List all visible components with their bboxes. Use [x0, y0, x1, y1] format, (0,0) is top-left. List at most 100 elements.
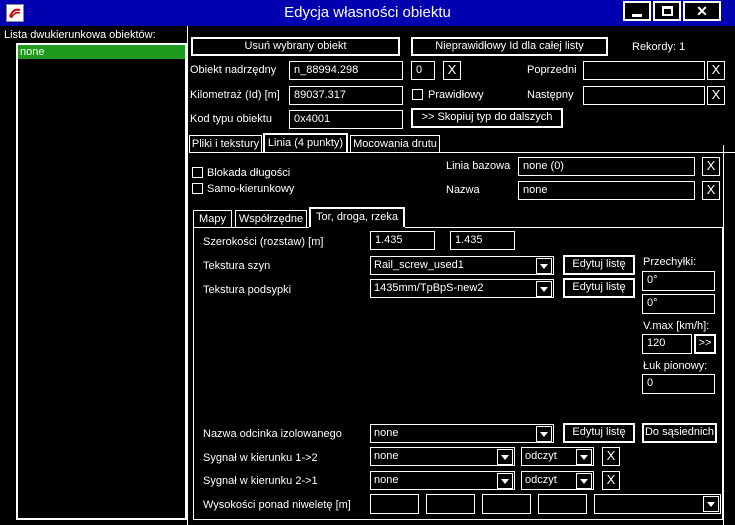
signal-21-mode: odczyt [525, 474, 557, 486]
signal-21-clear-button[interactable]: X [602, 471, 620, 490]
ballast-texture-label: Tekstura podsypki [203, 284, 292, 296]
insulated-section-label: Nazwa odcinka izolowanego [203, 428, 342, 440]
vmax-apply-button[interactable]: >> [694, 334, 716, 354]
close-window-button[interactable]: ✕ [683, 1, 721, 21]
name-field[interactable]: none [518, 181, 695, 200]
signal-21-label: Sygnał w kierunku 2->1 [203, 475, 318, 487]
km-field[interactable]: 89037.317 [289, 86, 403, 105]
parent-index-field[interactable]: 0 [411, 61, 435, 80]
prev-clear-button[interactable]: X [707, 61, 725, 80]
edit-insulated-list-button[interactable]: Edytuj listę [563, 423, 635, 443]
signal-12-clear-button[interactable]: X [602, 447, 620, 466]
list-item[interactable]: none [18, 45, 185, 59]
vmax-field[interactable]: 120 [642, 334, 692, 354]
tab-wire-mounts[interactable]: Mocowania drutu [350, 135, 440, 152]
chevron-down-icon[interactable] [497, 473, 513, 489]
insulated-section-value: none [374, 427, 399, 439]
prev-label: Poprzedni [527, 64, 577, 76]
signal-21-mode-combo[interactable]: odczyt [521, 471, 594, 490]
tab-divider [189, 152, 735, 153]
height-field-4[interactable] [538, 494, 587, 514]
close-icon: X [711, 62, 721, 77]
heights-label: Wysokości ponad niweletę [m] [203, 499, 351, 511]
rail-texture-label: Tekstura szyn [203, 260, 271, 272]
close-icon: X [711, 87, 721, 102]
signal-12-mode: odczyt [525, 450, 557, 462]
base-line-field[interactable]: none (0) [518, 157, 695, 176]
vertical-scrollbar[interactable] [723, 145, 735, 525]
heights-combo[interactable] [594, 494, 721, 514]
width-field-1[interactable]: 1.435 [370, 231, 435, 250]
chevron-down-icon[interactable] [536, 426, 552, 442]
object-list[interactable]: none [16, 43, 187, 520]
name-clear-button[interactable]: X [702, 181, 720, 200]
length-lock-label: Blokada długości [207, 167, 291, 179]
vmax-label: V.max [km/h]: [643, 320, 710, 332]
next-clear-button[interactable]: X [707, 86, 725, 105]
chevron-down-icon[interactable] [497, 449, 513, 465]
prev-field[interactable] [583, 61, 705, 80]
chevron-down-icon[interactable] [703, 496, 719, 512]
tab-line[interactable]: Linia (4 punkty) [263, 133, 348, 152]
height-field-3[interactable] [482, 494, 531, 514]
width-field-2[interactable]: 1.435 [450, 231, 515, 250]
object-list-label: Lista dwukierunkowa obiektów: [4, 29, 156, 41]
invalid-id-button[interactable]: Nieprawidłowy Id dla całej listy [411, 37, 608, 56]
type-field[interactable]: 0x4001 [289, 110, 403, 129]
ballast-texture-combo[interactable]: 1435mm/TpBpS-new2 [370, 279, 554, 298]
signal-12-value: none [374, 450, 399, 462]
single-direction-checkbox[interactable] [192, 183, 203, 194]
close-icon: ✕ [696, 3, 708, 19]
signal-21-combo[interactable]: none [370, 471, 515, 490]
chevron-down-icon[interactable] [536, 281, 552, 297]
chevron-down-icon[interactable] [576, 449, 592, 465]
signal-12-label: Sygnał w kierunku 1->2 [203, 452, 318, 464]
type-label: Kod typu obiektu [190, 113, 272, 125]
rail-texture-value: Rail_screw_used1 [374, 259, 464, 271]
signal-12-combo[interactable]: none [370, 447, 515, 466]
chevron-down-icon[interactable] [576, 473, 592, 489]
chevron-down-icon[interactable] [536, 258, 552, 274]
height-field-2[interactable] [426, 494, 475, 514]
close-icon: X [606, 472, 616, 487]
app-icon [6, 4, 24, 22]
close-icon: X [606, 448, 616, 463]
tab-files-textures[interactable]: Pliki i tekstury [189, 135, 262, 152]
parent-clear-button[interactable]: X [443, 61, 461, 80]
correct-checkbox[interactable] [412, 89, 423, 100]
edit-rail-list-button[interactable]: Edytuj listę [563, 255, 635, 275]
copy-type-button[interactable]: >> Skopiuj typ do dalszych [411, 108, 563, 128]
vertical-arc-field[interactable]: 0 [642, 374, 715, 394]
minimize-button[interactable] [623, 1, 651, 21]
edit-ballast-list-button[interactable]: Edytuj listę [563, 278, 635, 298]
subtab-coordinates[interactable]: Współrzędne [235, 210, 307, 227]
height-field-1[interactable] [370, 494, 419, 514]
parent-field[interactable]: n_88994.298 [289, 61, 403, 80]
subtab-divider-left [193, 227, 309, 228]
insulated-section-combo[interactable]: none [370, 424, 554, 443]
maximize-icon [662, 6, 673, 16]
subtab-divider-right [405, 227, 723, 228]
base-line-label: Linia bazowa [446, 160, 511, 172]
parent-label: Obiekt nadrzędny [190, 64, 277, 76]
subtab-maps[interactable]: Mapy [193, 210, 232, 227]
signal-12-mode-combo[interactable]: odczyt [521, 447, 594, 466]
single-direction-label: Samo-kierunkowy [207, 183, 295, 195]
width-label: Szerokości (rozstaw) [m] [203, 236, 324, 248]
tilt-field-1[interactable]: 0° [642, 271, 715, 291]
records-count: Rekordy: 1 [632, 41, 686, 53]
tilt-field-2[interactable]: 0° [642, 294, 715, 314]
close-icon: X [447, 62, 457, 77]
to-neighbors-button[interactable]: Do sąsiednich [642, 423, 717, 443]
ballast-texture-value: 1435mm/TpBpS-new2 [374, 282, 484, 294]
minimize-icon [632, 14, 642, 17]
maximize-button[interactable] [653, 1, 681, 21]
rail-texture-combo[interactable]: Rail_screw_used1 [370, 256, 554, 275]
correct-label: Prawidłowy [428, 89, 484, 101]
length-lock-checkbox[interactable] [192, 167, 203, 178]
next-field[interactable] [583, 86, 705, 105]
delete-object-button[interactable]: Usuń wybrany obiekt [191, 37, 400, 56]
close-icon: X [706, 158, 716, 173]
base-line-clear-button[interactable]: X [702, 157, 720, 176]
subtab-track-road-river[interactable]: Tor, droga, rzeka [309, 207, 405, 227]
